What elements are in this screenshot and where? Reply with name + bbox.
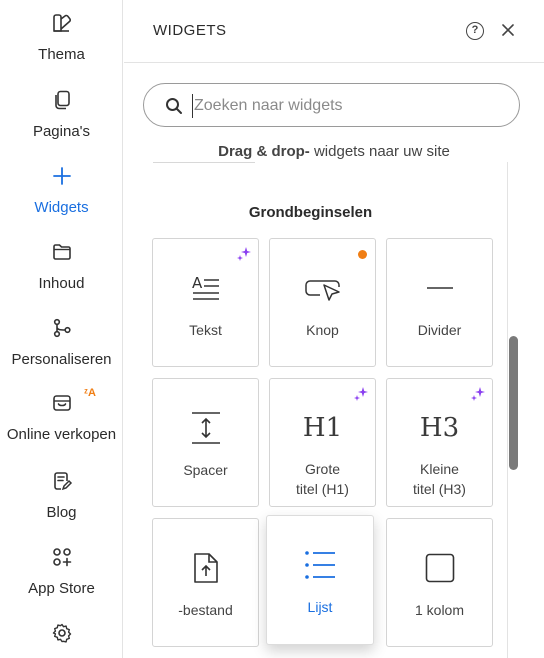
divider-icon: [387, 271, 492, 305]
translate-badge-icon: ᶻA: [84, 387, 96, 399]
widget-tile-knop[interactable]: Knop: [269, 238, 376, 367]
nav-item-personaliseren[interactable]: Personaliseren: [0, 317, 123, 368]
nav-label: App Store: [28, 580, 95, 597]
nav-label: Online verkopen: [6, 426, 117, 443]
h3-icon: H3: [419, 413, 460, 443]
widget-tile-h3[interactable]: H3 Kleine titel (H3): [386, 378, 493, 507]
nav-item-inhoud[interactable]: Inhoud: [0, 241, 123, 292]
panel-divider: [507, 162, 508, 658]
new-badge-dot: [358, 250, 367, 259]
close-button[interactable]: [498, 20, 518, 40]
nav-label: Pagina's: [32, 123, 91, 140]
gear-icon: [51, 622, 73, 644]
widgets-panel: WIDGETS ? Drag & drop- widgets naar uw s…: [124, 0, 544, 658]
nav-label: Personaliseren: [11, 351, 112, 368]
search-box: [143, 83, 520, 127]
side-nav: Thema Pagina's Widgets Inhoud Personalis…: [0, 0, 123, 658]
nav-label: Blog: [46, 504, 77, 521]
nav-item-app-store[interactable]: App Store: [0, 546, 123, 597]
sparkle-icon: [470, 386, 486, 402]
tile-label: -bestand: [178, 602, 233, 618]
tile-label: Lijst: [307, 599, 333, 615]
nav-label: Thema: [38, 46, 85, 63]
widget-tile-bestand[interactable]: -bestand: [152, 518, 259, 647]
button-icon: [270, 271, 375, 305]
help-button[interactable]: ?: [466, 22, 484, 40]
widget-tile-tekst[interactable]: A Tekst: [152, 238, 259, 367]
plus-icon: [51, 165, 73, 187]
tile-label: Kleine titel (H3): [413, 461, 466, 497]
section-title: Grondbeginselen: [248, 204, 373, 221]
widget-tile-spacer[interactable]: Spacer: [152, 378, 259, 507]
text-icon: A: [153, 271, 258, 305]
widget-tile-h1[interactable]: H1 Grote titel (H1): [269, 378, 376, 507]
column-icon: [387, 551, 492, 585]
tile-label: Tekst: [189, 322, 222, 338]
blog-icon: [51, 470, 73, 492]
search-icon: [165, 97, 183, 115]
sparkle-icon: [353, 386, 369, 402]
nav-item-settings[interactable]: [0, 622, 123, 644]
drag-drop-hint: Drag & drop- widgets naar uw site: [124, 143, 544, 160]
nav-item-thema[interactable]: Thema: [0, 12, 123, 63]
file-upload-icon: [153, 551, 258, 585]
tile-label: Knop: [306, 322, 339, 338]
pages-icon: [51, 89, 73, 111]
tile-label: Grote titel (H1): [296, 461, 349, 497]
folder-icon: [51, 241, 73, 263]
sparkle-icon: [236, 246, 252, 262]
close-icon: [502, 24, 514, 36]
branch-icon: [51, 317, 73, 339]
scrollbar-thumb[interactable]: [509, 336, 518, 470]
nav-item-widgets[interactable]: Widgets: [0, 165, 123, 216]
tile-label: 1 kolom: [414, 602, 465, 618]
widget-tile-divider[interactable]: Divider: [386, 238, 493, 367]
spacer-icon: [153, 411, 258, 445]
theme-icon: [51, 12, 73, 34]
nav-label: Widgets: [34, 199, 89, 216]
apps-icon: [51, 546, 73, 568]
panel-header: WIDGETS ?: [124, 0, 544, 63]
widget-tile-lijst[interactable]: Lijst: [266, 515, 374, 645]
shop-icon: [51, 392, 73, 414]
h1-icon: H1: [302, 413, 343, 443]
tile-label: Divider: [417, 322, 462, 338]
search-input[interactable]: [192, 94, 502, 118]
nav-item-blog[interactable]: Blog: [0, 470, 123, 521]
nav-item-paginas[interactable]: Pagina's: [0, 89, 123, 140]
divider: [153, 162, 255, 163]
hint-text: widgets naar uw site: [309, 143, 450, 160]
nav-item-online-verkopen[interactable]: ᶻA Online verkopen: [0, 387, 123, 443]
panel-title: WIDGETS: [153, 22, 227, 39]
widget-tile-1-kolom[interactable]: 1 kolom: [386, 518, 493, 647]
tile-label: Spacer: [183, 462, 228, 478]
list-icon: [267, 548, 373, 582]
hint-bold: Drag & drop-: [218, 143, 310, 160]
nav-label: Inhoud: [38, 275, 85, 292]
svg-text:A: A: [192, 274, 203, 292]
